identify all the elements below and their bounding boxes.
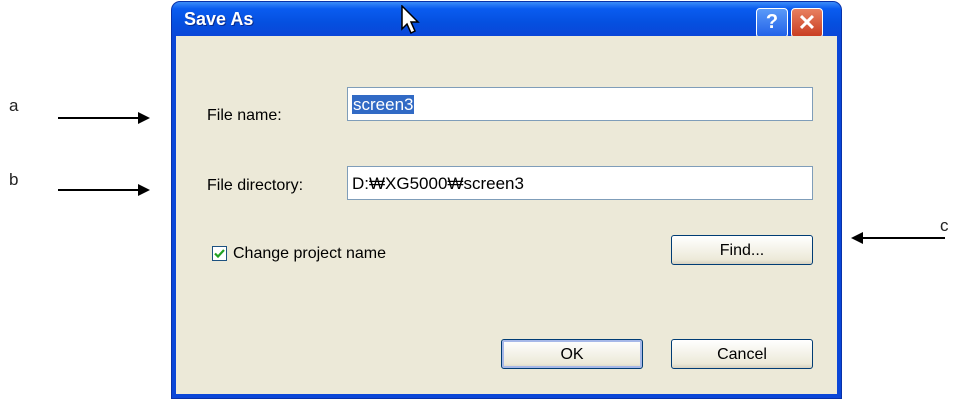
save-as-dialog: Save As ? ✕ File name: screen3 File dire… [172, 2, 841, 398]
dialog-body: File name: screen3 File directory: D:₩XG… [176, 36, 837, 394]
annotation-b: b [9, 170, 19, 189]
help-button[interactable]: ? [756, 8, 788, 38]
annotation-c: c [940, 216, 949, 235]
mouse-cursor-icon [401, 5, 420, 35]
arrow-a [58, 112, 150, 124]
find-button[interactable]: Find... [671, 235, 813, 265]
file-name-input[interactable]: screen3 [347, 87, 813, 121]
file-name-value: screen3 [352, 95, 415, 114]
file-name-label: File name: [207, 107, 282, 124]
arrow-b [58, 184, 150, 196]
dialog-title: Save As [184, 9, 254, 29]
file-directory-label: File directory: [207, 177, 304, 194]
annotation-a: a [9, 96, 19, 115]
title-bar[interactable]: Save As ? ✕ [172, 2, 841, 38]
close-button[interactable]: ✕ [791, 8, 823, 38]
cancel-button[interactable]: Cancel [671, 339, 813, 369]
ok-button[interactable]: OK [501, 339, 643, 369]
arrow-c [851, 232, 945, 244]
checkmark-icon [214, 249, 225, 259]
file-directory-input[interactable]: D:₩XG5000₩screen3 [347, 166, 813, 200]
change-project-name-checkbox[interactable] [212, 246, 227, 261]
change-project-name-label: Change project name [233, 245, 386, 262]
